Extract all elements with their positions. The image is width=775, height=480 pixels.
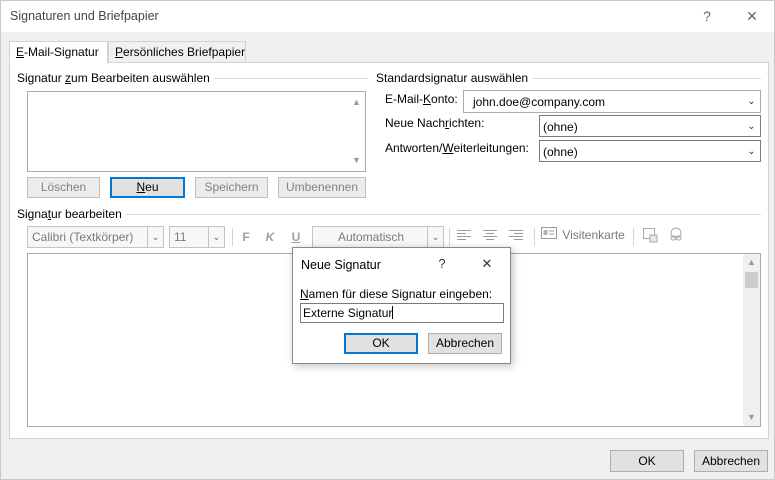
save-button[interactable]: Speichern [195,177,268,198]
tab-email-signature-accesskey: E [16,45,25,59]
scroll-down-icon[interactable]: ▼ [348,152,365,169]
help-icon[interactable]: ? [692,5,722,27]
select-signature-label-pre: Signatur [17,71,66,85]
email-account-select[interactable]: john.doe@company.com ⌄ [463,90,761,113]
font-color-value: Automatisch [338,230,405,244]
tab-personal-stationery-accesskey: P [115,45,124,59]
toolbar-separator [449,228,450,246]
new-button[interactable]: Neu [110,177,185,198]
select-signature-label-post: um Bearbeiten auswählen [71,71,210,85]
chevron-down-icon[interactable]: ⌄ [743,91,760,112]
insert-picture-icon[interactable] [640,227,660,247]
signature-name-label-accesskey: N [300,287,309,301]
replies-label-accesskey: W [442,141,454,155]
edit-signature-label-pre: Signa [17,207,48,221]
new-messages-label-post: ichten: [449,116,485,130]
align-left-icon[interactable] [454,227,474,247]
tab-personal-stationery-label: ersönliches Briefpapier [123,45,246,59]
new-messages-label: Neue Nachrichten: [385,116,484,130]
replies-label-post: eiterleitungen: [453,141,529,155]
new-messages-value: (ohne) [543,120,578,134]
email-account-value: john.doe@company.com [473,95,606,109]
rename-button[interactable]: Umbenennen [278,177,366,198]
chevron-down-icon[interactable]: ⌄ [427,227,443,247]
insert-hyperlink-icon[interactable] [666,227,686,247]
email-account-label-pre: E-Mail- [385,92,423,106]
close-icon[interactable]: ✕ [476,254,498,274]
tab-personal-stationery[interactable]: Persönliches Briefpapier [108,41,246,63]
new-button-label: eu [145,180,159,194]
scroll-thumb[interactable] [745,272,758,288]
replies-select[interactable]: (ohne) ⌄ [539,140,761,162]
text-caret [392,306,394,319]
font-size-select[interactable]: 11 ⌄ [169,226,225,248]
signature-name-label-text: amen für diese Signatur eingeben: [308,287,493,301]
signature-name-input[interactable]: Externe Signatur [300,303,504,323]
chevron-down-icon[interactable]: ⌄ [208,227,224,247]
edit-signature-label-post: ur bearbeiten [51,207,122,221]
signature-name-label: Namen für diese Signatur eingeben: [300,287,492,301]
scroll-down-icon[interactable]: ▼ [743,409,760,426]
align-right-icon[interactable] [506,227,526,247]
align-center-icon[interactable] [480,227,500,247]
email-account-label-post: onto: [431,92,458,106]
new-messages-select[interactable]: (ohne) ⌄ [539,115,761,137]
group-divider [18,214,761,215]
ok-button[interactable]: OK [610,450,684,472]
toolbar-separator [534,228,535,246]
tab-email-signature[interactable]: E-Mail-Signatur [9,41,108,64]
new-signature-dialog: Neue Signatur ? ✕ Namen für diese Signat… [292,247,511,364]
italic-button[interactable]: K [260,227,280,247]
font-select[interactable]: Calibri (Textkörper) ⌄ [27,226,164,248]
business-card-button[interactable]: Visitenkarte [541,227,625,247]
delete-button[interactable]: Löschen [27,177,100,198]
window-title: Signaturen und Briefpapier [10,9,159,23]
default-signature-label: Standardsignatur auswählen [376,71,533,85]
editor-scrollbar[interactable]: ▲ ▼ [743,254,760,426]
new-messages-label-pre: Neue Nach [385,116,446,130]
select-signature-label: Signatur zum Bearbeiten auswählen [17,71,214,85]
dialog-cancel-button[interactable]: Abbrechen [428,333,502,354]
bold-button[interactable]: F [236,227,256,247]
business-card-icon [541,227,557,242]
tab-email-signature-label: -Mail-Signatur [24,45,99,59]
replies-label: Antworten/Weiterleitungen: [385,141,529,155]
cancel-button[interactable]: Abbrechen [694,450,768,472]
scroll-up-icon[interactable]: ▲ [348,94,365,111]
business-card-label: Visitenkarte [562,227,625,242]
font-value: Calibri (Textkörper) [32,230,134,244]
chevron-down-icon[interactable]: ⌄ [147,227,163,247]
font-size-value: 11 [174,230,187,244]
email-account-label: E-Mail-Konto: [385,92,458,106]
signature-list[interactable]: ▲ ▼ [27,91,366,172]
chevron-down-icon[interactable]: ⌄ [743,141,760,161]
close-icon[interactable]: ✕ [737,5,767,27]
signature-list-scrollbar[interactable]: ▲ ▼ [348,92,365,171]
edit-signature-label: Signatur bearbeiten [17,207,126,221]
email-account-label-accesskey: K [423,92,432,106]
replies-label-pre: Antworten/ [385,141,443,155]
title-bar: Signaturen und Briefpapier ? ✕ [1,1,774,32]
underline-button[interactable]: U [286,227,306,247]
help-icon[interactable]: ? [431,254,453,274]
replies-value: (ohne) [543,145,578,159]
dialog-title: Neue Signatur [301,258,381,272]
chevron-down-icon[interactable]: ⌄ [743,116,760,136]
scroll-up-icon[interactable]: ▲ [743,254,760,271]
toolbar-separator [232,228,233,246]
toolbar-separator [633,228,634,246]
dialog-ok-button[interactable]: OK [344,333,418,354]
font-color-select[interactable]: Automatisch ⌄ [312,226,444,248]
signatures-dialog: Signaturen und Briefpapier ? ✕ E-Mail-Si… [0,0,775,480]
new-button-accesskey: N [136,180,146,194]
signature-name-input-value: Externe Signatur [303,306,393,320]
